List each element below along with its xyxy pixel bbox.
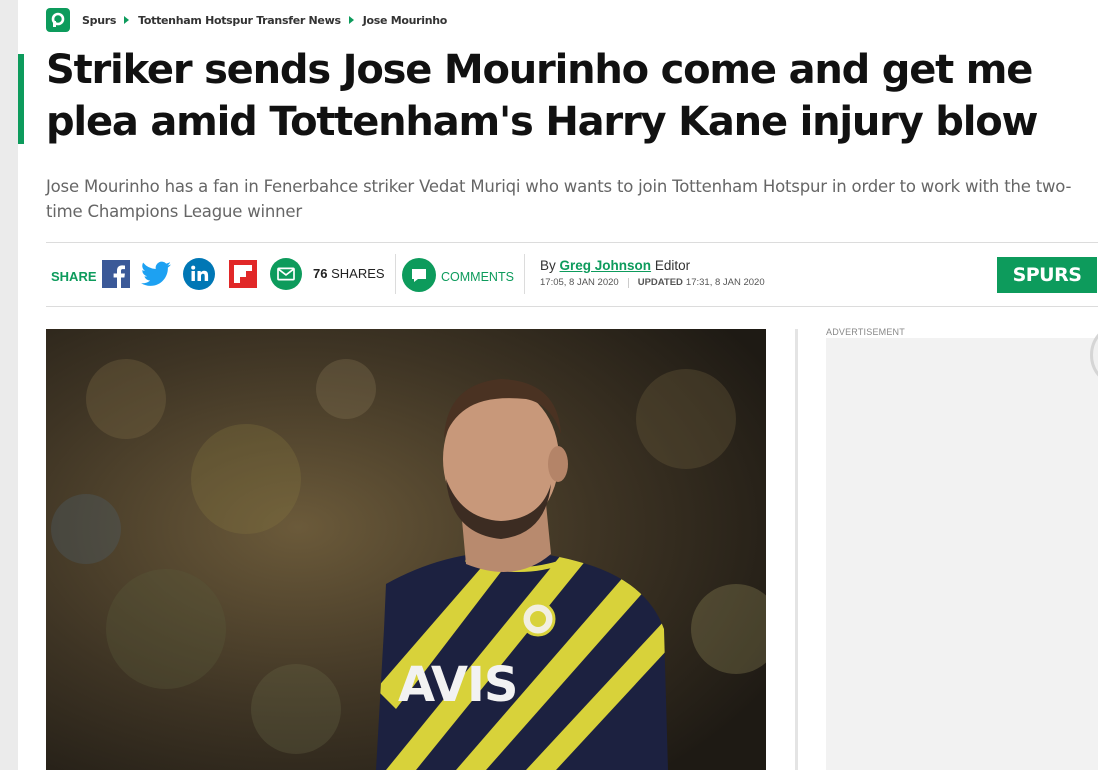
chevron-right-icon	[124, 16, 130, 24]
updated-label: UPDATED	[637, 277, 683, 288]
headline-accent-bar	[18, 54, 24, 144]
share-count-number: 76	[313, 266, 328, 281]
email-icon[interactable]	[270, 258, 302, 290]
twitter-icon[interactable]	[140, 258, 172, 290]
updated-time: 17:31, 8 JAN 2020	[685, 277, 765, 288]
hero-shirt-text: AVIS	[398, 657, 517, 713]
advertisement-slot[interactable]	[826, 338, 1098, 770]
divider	[524, 254, 525, 294]
column-divider	[795, 329, 798, 770]
spurs-topic-badge[interactable]: SPURS	[997, 257, 1097, 293]
divider	[46, 306, 1098, 307]
article-standfirst: Jose Mourinho has a fan in Fenerbahce st…	[46, 177, 1072, 221]
comments-icon[interactable]	[402, 258, 436, 292]
author-link[interactable]: Greg Johnson	[560, 258, 652, 273]
published-time: 17:05, 8 JAN 2020	[540, 277, 619, 288]
chevron-right-icon	[348, 16, 354, 24]
comments-link[interactable]: COMMENTS	[441, 270, 514, 284]
linkedin-icon[interactable]	[183, 258, 215, 290]
site-logo-icon[interactable]	[46, 8, 70, 32]
byline: By Greg Johnson Editor	[540, 258, 690, 273]
breadcrumb: Spurs Tottenham Hotspur Transfer News Jo…	[46, 8, 447, 32]
share-count-suffix: SHARES	[331, 266, 385, 281]
hero-image: AVIS	[46, 329, 766, 770]
byline-prefix: By	[540, 258, 556, 273]
breadcrumb-spurs[interactable]: Spurs	[82, 14, 116, 27]
divider	[627, 277, 629, 288]
share-label: SHARE	[51, 269, 97, 284]
divider	[46, 242, 1098, 243]
author-role: Editor	[654, 258, 691, 273]
flipboard-icon[interactable]	[227, 258, 259, 290]
article-page: Spurs Tottenham Hotspur Transfer News Jo…	[18, 0, 1098, 770]
facebook-icon[interactable]	[100, 258, 132, 290]
divider	[395, 254, 396, 294]
article-headline: Striker sends Jose Mourinho come and get…	[46, 47, 1038, 145]
breadcrumb-transfer-news[interactable]: Tottenham Hotspur Transfer News	[138, 14, 341, 27]
breadcrumb-jose-mourinho[interactable]: Jose Mourinho	[363, 14, 448, 27]
share-count: 76 SHARES	[313, 266, 385, 281]
article-dates: 17:05, 8 JAN 2020 UPDATED 17:31, 8 JAN 2…	[540, 277, 765, 288]
ad-label: ADVERTISEMENT	[826, 327, 905, 337]
